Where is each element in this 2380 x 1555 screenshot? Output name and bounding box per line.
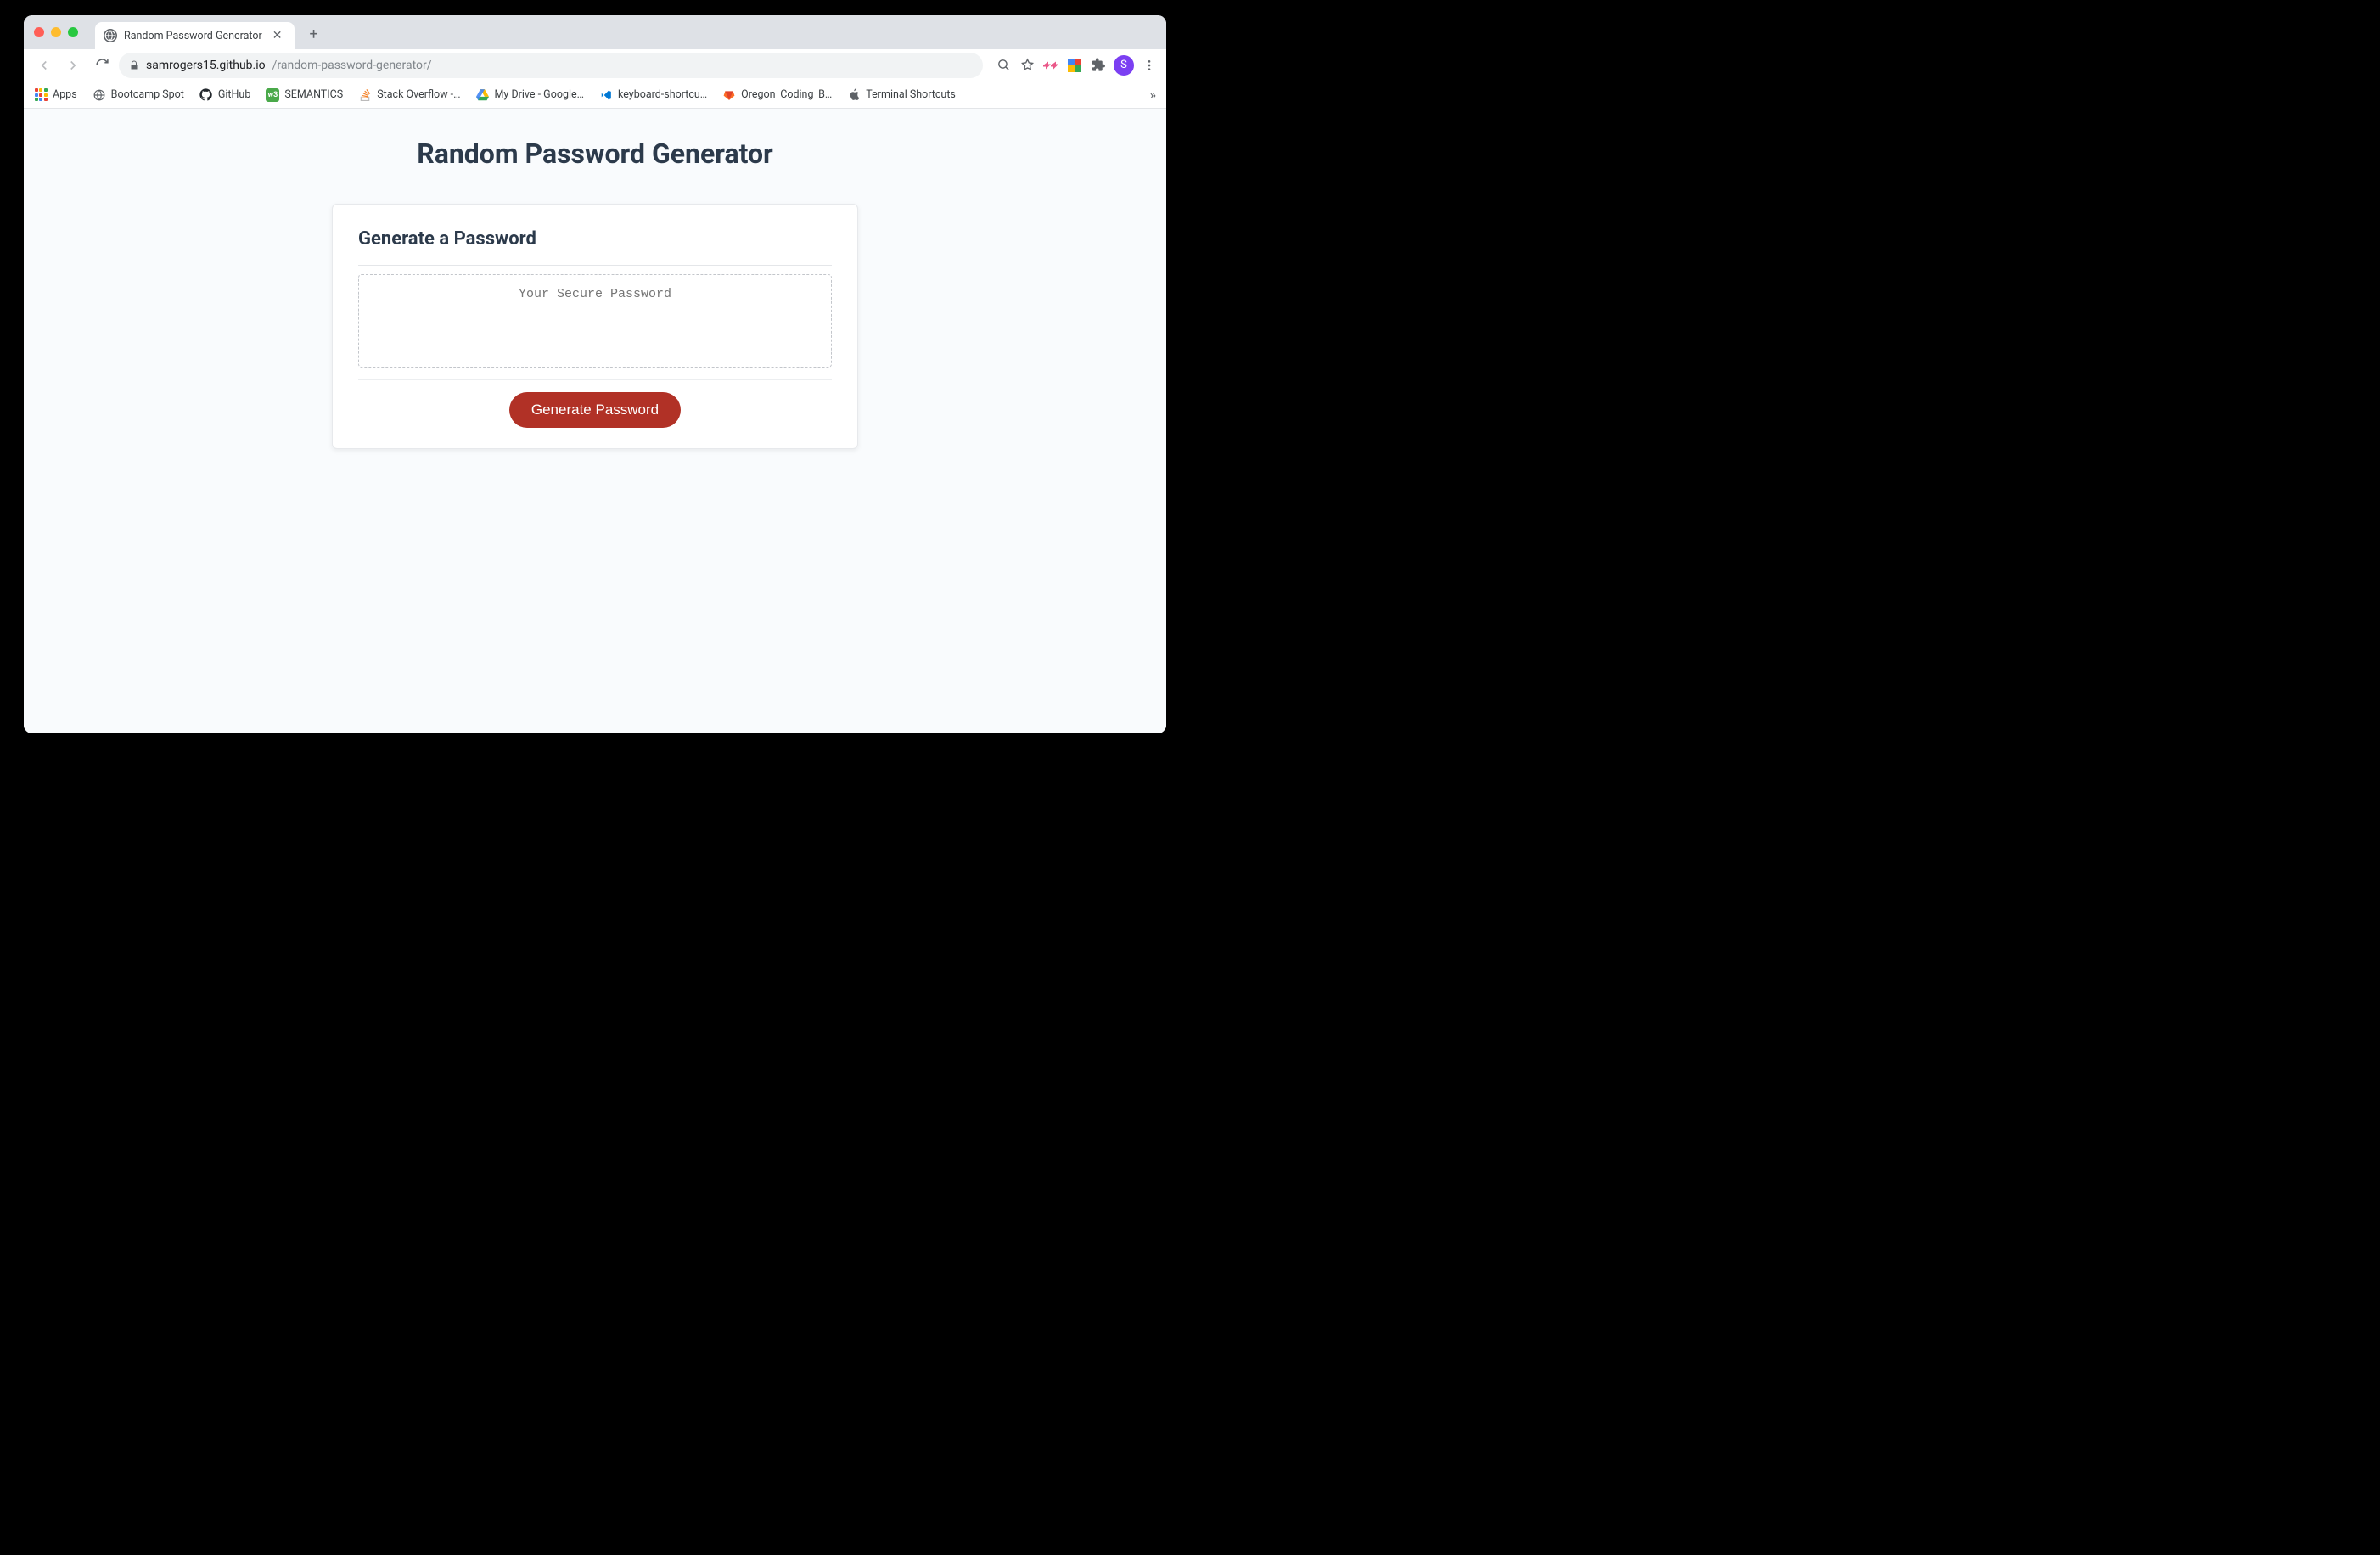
url-path: /random-password-generator/ <box>272 59 432 72</box>
extension-icon-2[interactable] <box>1066 57 1083 74</box>
globe-icon <box>104 29 117 42</box>
tab-strip: Random Password Generator ✕ + <box>24 15 1166 49</box>
card-heading: Generate a Password <box>358 228 832 266</box>
bookmark-label: My Drive - Google… <box>495 88 585 101</box>
password-output[interactable] <box>358 274 832 368</box>
bookmark-terminal-shortcuts[interactable]: Terminal Shortcuts <box>847 88 956 102</box>
page-viewport: Random Password Generator Generate a Pas… <box>24 109 1166 733</box>
bookmark-keyboard-shortcuts[interactable]: keyboard-shortcu… <box>599 88 707 102</box>
bookmark-stackoverflow[interactable]: Stack Overflow -… <box>358 88 460 102</box>
new-tab-button[interactable]: + <box>301 20 327 48</box>
lock-icon <box>129 60 139 70</box>
bookmark-label: Stack Overflow -… <box>377 88 460 101</box>
bookmark-semantics[interactable]: w3 SEMANTICS <box>266 88 343 102</box>
bookmarks-overflow-button[interactable]: » <box>1150 87 1157 103</box>
address-bar[interactable]: samrogers15.github.io/random-password-ge… <box>119 53 983 78</box>
window-controls <box>34 27 78 37</box>
bookmark-apps[interactable]: Apps <box>34 88 77 102</box>
apple-icon <box>847 88 861 102</box>
window-close-button[interactable] <box>34 27 44 37</box>
bookmark-github[interactable]: GitHub <box>199 88 250 102</box>
avatar-letter: S <box>1120 59 1127 71</box>
profile-avatar[interactable]: S <box>1114 55 1134 76</box>
kebab-menu-icon[interactable] <box>1141 57 1158 74</box>
bookmark-label: Terminal Shortcuts <box>866 88 956 101</box>
tab-title: Random Password Generator <box>124 30 262 42</box>
browser-tab[interactable]: Random Password Generator ✕ <box>95 22 295 49</box>
apps-grid-icon <box>34 88 48 102</box>
window-maximize-button[interactable] <box>68 27 78 37</box>
button-row: Generate Password <box>358 380 832 428</box>
bookmark-oregon-coding[interactable]: Oregon_Coding_B… <box>722 88 832 102</box>
close-tab-button[interactable]: ✕ <box>269 27 286 44</box>
bookmark-star-icon[interactable] <box>1019 57 1036 74</box>
window-minimize-button[interactable] <box>51 27 61 37</box>
generate-password-button[interactable]: Generate Password <box>509 392 681 428</box>
bookmark-label: Oregon_Coding_B… <box>741 88 832 101</box>
browser-toolbar: samrogers15.github.io/random-password-ge… <box>24 49 1166 81</box>
extension-icon-1[interactable] <box>1042 57 1059 74</box>
bookmark-label: Bootcamp Spot <box>111 88 184 101</box>
globe-icon <box>93 88 106 102</box>
bookmarks-bar: Apps Bootcamp Spot GitHub w3 SEMANTICS S… <box>24 81 1166 109</box>
reload-button[interactable] <box>90 53 114 77</box>
extensions-puzzle-icon[interactable] <box>1090 57 1107 74</box>
generator-card: Generate a Password Generate Password <box>332 204 858 449</box>
forward-button[interactable] <box>61 53 85 77</box>
semantics-icon: w3 <box>266 88 279 102</box>
drive-icon <box>476 88 490 102</box>
stackoverflow-icon <box>358 88 372 102</box>
bookmark-bootcamp-spot[interactable]: Bootcamp Spot <box>93 88 184 102</box>
bookmark-label: Apps <box>53 88 77 101</box>
toolbar-right: S <box>988 55 1158 76</box>
back-button[interactable] <box>32 53 56 77</box>
page-title: Random Password Generator <box>24 138 1166 170</box>
bookmark-label: SEMANTICS <box>284 88 343 101</box>
github-icon <box>199 88 213 102</box>
bookmark-label: keyboard-shortcu… <box>618 88 707 101</box>
vscode-icon <box>599 88 613 102</box>
gitlab-icon <box>722 88 736 102</box>
bookmark-google-drive[interactable]: My Drive - Google… <box>476 88 585 102</box>
bookmark-label: GitHub <box>218 88 250 101</box>
url-host: samrogers15.github.io <box>146 59 266 72</box>
search-page-icon[interactable] <box>995 57 1012 74</box>
browser-window: Random Password Generator ✕ + samrogers1… <box>24 15 1166 733</box>
